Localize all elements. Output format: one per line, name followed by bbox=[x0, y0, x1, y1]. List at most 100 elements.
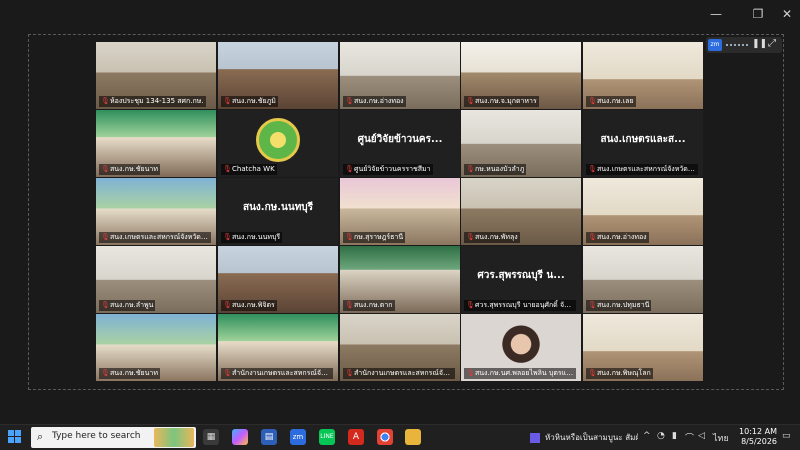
participant-tile[interactable]: สนง.กษ.นนทบุรี สนง.กษ.นนทบุรี 🎙 bbox=[218, 178, 338, 245]
clock-date: 8/5/2026 bbox=[741, 437, 777, 446]
system-clock[interactable]: 10:12 AM 8/5/2026 bbox=[733, 427, 777, 447]
participant-tile[interactable]: สำนักงานเกษตรและสหกรณ์จังหวัดยโสธร🎙 bbox=[218, 314, 338, 381]
participant-name-label: ศูนย์วิจัยข้าวนครราชสีมา bbox=[343, 164, 433, 175]
participant-tile[interactable]: สนง.กษ.ชัยภูมิ 🎙 bbox=[218, 42, 338, 109]
task-view-icon[interactable]: ▦ bbox=[203, 429, 219, 445]
participant-tile[interactable]: สำนักงานเกษตรและสหกรณ์จังหวัดลำปาง🎙 bbox=[340, 314, 460, 381]
muted-mic-icon: 🎙 bbox=[223, 301, 232, 309]
participant-display-name: ศูนย์วิจัยข้าวนคร... bbox=[357, 134, 443, 145]
search-placeholder: Type here to search bbox=[52, 431, 141, 441]
audio-level-icon bbox=[726, 44, 748, 48]
notifications-icon[interactable]: ▭ bbox=[782, 431, 791, 441]
participant-name-label: สนง.กษ.จ.มุกดาหาร bbox=[464, 96, 539, 107]
zoom-app-icon[interactable]: zm bbox=[290, 429, 306, 445]
clock-time: 10:12 AM bbox=[739, 427, 777, 436]
muted-mic-icon: 🎙 bbox=[223, 97, 232, 105]
search-icon: ⌕ bbox=[37, 430, 44, 443]
participant-name-label: สนง.เกษตรและสหกรณ์จังหวัดสมุทรสาคร bbox=[99, 232, 211, 243]
participant-tile[interactable]: กษ.หนองบัวลำภู 🎙 bbox=[461, 110, 581, 177]
line-app-icon[interactable]: LINE bbox=[319, 429, 335, 445]
microphone-icon[interactable]: ▮ bbox=[672, 431, 677, 441]
participant-tile[interactable]: สนง.เกษตรและส... สนง.เกษตรและสหกรณ์จังหวั… bbox=[583, 110, 703, 177]
ministry-logo-icon bbox=[256, 118, 300, 162]
muted-mic-icon: 🎙 bbox=[588, 301, 597, 309]
participant-tile[interactable]: ศูนย์วิจัยข้าวนคร... ศูนย์วิจัยข้าวนครราช… bbox=[340, 110, 460, 177]
taskbar-search-box[interactable]: ⌕ Type here to search bbox=[31, 427, 196, 448]
volume-icon[interactable]: ◁ bbox=[698, 431, 705, 441]
muted-mic-icon: 🎙 bbox=[466, 369, 475, 377]
participant-name-label: สำนักงานเกษตรและสหกรณ์จังหวัดลำปาง bbox=[343, 368, 455, 379]
muted-mic-icon: 🎙 bbox=[345, 369, 354, 377]
muted-mic-icon: 🎙 bbox=[101, 369, 110, 377]
muted-mic-icon: 🎙 bbox=[345, 165, 354, 173]
participant-tile[interactable]: สนง.กษ.ชัยนาท 🎙 bbox=[96, 314, 216, 381]
muted-mic-icon: 🎙 bbox=[223, 369, 232, 377]
expand-icon[interactable]: ⤢ bbox=[768, 38, 776, 49]
muted-mic-icon: 🎙 bbox=[466, 233, 475, 241]
participant-display-name: สนง.เกษตรและส... bbox=[600, 134, 686, 145]
participant-name-label: สนง.กษ.นศ.พลอยไพลิน บุตรแสงดี bbox=[464, 368, 576, 379]
participant-tile[interactable]: สนง.กษ.นศ.พลอยไพลิน บุตรแสงดี 🎙 bbox=[461, 314, 581, 381]
pause-icon[interactable]: ❚❚ bbox=[752, 39, 767, 49]
windows-taskbar: ⌕ Type here to search ▦ ▤ zm LINE A หัวห… bbox=[0, 424, 800, 450]
participant-tile[interactable]: Chatcha WK 🎙 bbox=[218, 110, 338, 177]
participant-name-label: ศวร.สุพรรณบุรี นายอนุศักดิ์ จันทร์แก้ว bbox=[464, 300, 576, 311]
participant-display-name: สนง.กษ.นนทบุรี bbox=[242, 202, 314, 213]
search-highlight-image bbox=[154, 428, 194, 447]
muted-mic-icon: 🎙 bbox=[466, 165, 475, 173]
zoom-floating-controls: zm ❚❚ ⤢ bbox=[706, 37, 782, 53]
muted-mic-icon: 🎙 bbox=[101, 165, 110, 173]
participant-tile[interactable]: สนง.กษ.พิษณุโลก 🎙 bbox=[583, 314, 703, 381]
muted-mic-icon: 🎙 bbox=[588, 165, 597, 173]
window-title-bar: — ❐ ✕ bbox=[0, 0, 800, 32]
tray-overflow-icon[interactable]: ^ bbox=[643, 431, 651, 441]
copilot-icon[interactable] bbox=[232, 429, 248, 445]
muted-mic-icon: 🎙 bbox=[101, 97, 110, 105]
participant-tile[interactable]: สนง.กษ.ลำพูน 🎙 bbox=[96, 246, 216, 313]
wifi-icon[interactable]: ⌒ bbox=[685, 431, 694, 444]
participant-tile[interactable]: สนง.กษ.จ.มุกดาหาร 🎙 bbox=[461, 42, 581, 109]
participant-tile[interactable]: สนง.เกษตรและสหกรณ์จังหวัดสมุทรสาคร🎙 bbox=[96, 178, 216, 245]
network-icon[interactable]: ◔ bbox=[657, 431, 665, 441]
muted-mic-icon: 🎙 bbox=[588, 369, 597, 377]
muted-mic-icon: 🎙 bbox=[223, 233, 232, 241]
close-button[interactable]: ✕ bbox=[775, 4, 799, 24]
participant-tile[interactable]: สนง.กษ.ตาก 🎙 bbox=[340, 246, 460, 313]
media-now-playing[interactable]: หัวหินหรือเป็นสามบูนะ สัมผัส... bbox=[530, 430, 638, 445]
muted-mic-icon: 🎙 bbox=[345, 97, 354, 105]
muted-mic-icon: 🎙 bbox=[223, 165, 232, 173]
media-app-icon bbox=[530, 432, 540, 443]
minimize-button[interactable]: — bbox=[704, 4, 728, 24]
muted-mic-icon: 🎙 bbox=[345, 301, 354, 309]
store-icon[interactable]: ▤ bbox=[261, 429, 277, 445]
chrome-icon[interactable] bbox=[377, 429, 393, 445]
participant-display-name: ศวร.สุพรรณบุรี น... bbox=[477, 270, 565, 281]
participant-name-label: สำนักงานเกษตรและสหกรณ์จังหวัดยโสธร bbox=[221, 368, 333, 379]
participant-tile[interactable]: กษ.สุราษฎร์ธานี 🎙 bbox=[340, 178, 460, 245]
participant-tile[interactable]: สนง.กษ.พัทลุง 🎙 bbox=[461, 178, 581, 245]
language-indicator[interactable]: ไทย bbox=[713, 431, 729, 445]
participant-name-label: สนง.เกษตรและสหกรณ์จังหวัดนครปฐม bbox=[586, 164, 698, 175]
participant-tile[interactable]: ศวร.สุพรรณบุรี น... ศวร.สุพรรณบุรี นายอนุ… bbox=[461, 246, 581, 313]
participant-tile[interactable]: สนง.กษ.พิจิตร 🎙 bbox=[218, 246, 338, 313]
zoom-logo-icon: zm bbox=[708, 39, 722, 51]
participant-tile[interactable]: สนง.กษ.อ่างทอง 🎙 bbox=[340, 42, 460, 109]
muted-mic-icon: 🎙 bbox=[466, 97, 475, 105]
windows-start-icon[interactable] bbox=[8, 430, 22, 444]
muted-mic-icon: 🎙 bbox=[101, 301, 110, 309]
file-explorer-icon[interactable] bbox=[405, 429, 421, 445]
acrobat-icon[interactable]: A bbox=[348, 429, 364, 445]
restore-button[interactable]: ❐ bbox=[746, 4, 770, 24]
participant-tile[interactable]: สนง.กษ.อ่างทอง 🎙 bbox=[583, 178, 703, 245]
participant-tile[interactable]: ห้องประชุม 134-135 สศก.กษ. 🎙 bbox=[96, 42, 216, 109]
muted-mic-icon: 🎙 bbox=[588, 233, 597, 241]
participant-tile[interactable]: สนง.กษ.ชัยนาท 🎙 bbox=[96, 110, 216, 177]
muted-mic-icon: 🎙 bbox=[345, 233, 354, 241]
participant-tile[interactable]: สนง.กษ.เลย 🎙 bbox=[583, 42, 703, 109]
participant-tile[interactable]: สนง.กษ.ปทุมธานี 🎙 bbox=[583, 246, 703, 313]
muted-mic-icon: 🎙 bbox=[466, 301, 475, 309]
muted-mic-icon: 🎙 bbox=[588, 97, 597, 105]
media-title: หัวหินหรือเป็นสามบูนะ สัมผัส... bbox=[545, 433, 638, 442]
muted-mic-icon: 🎙 bbox=[101, 233, 110, 241]
participant-name-label: ห้องประชุม 134-135 สศก.กษ. bbox=[99, 96, 206, 107]
